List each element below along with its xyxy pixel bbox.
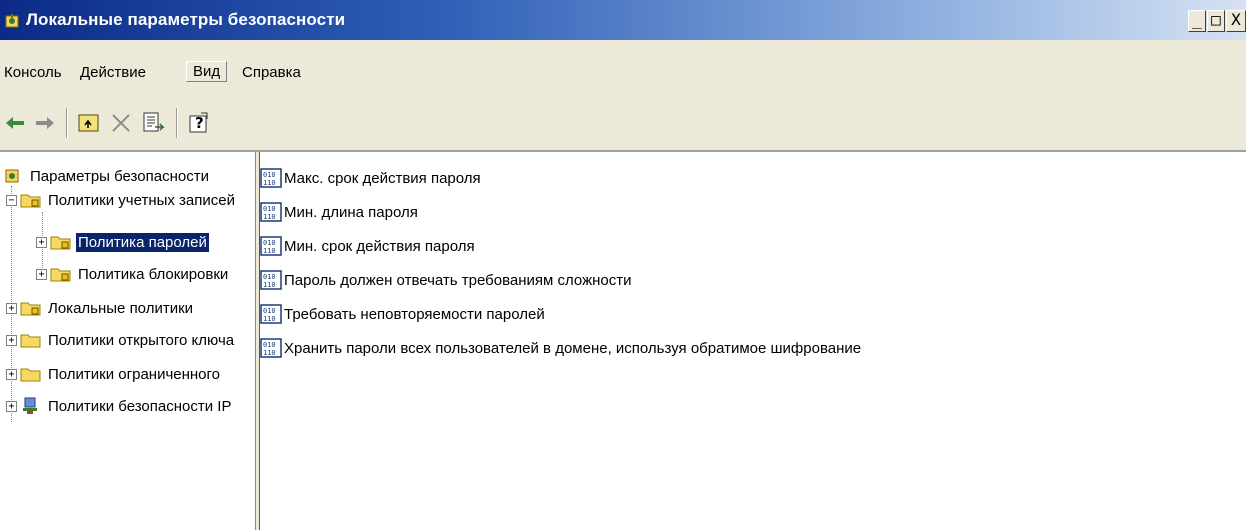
tree-root-label: Параметры безопасности [30, 167, 209, 185]
delete-icon[interactable] [108, 110, 134, 136]
back-arrow-icon[interactable] [2, 110, 28, 136]
forward-arrow-icon[interactable] [32, 110, 58, 136]
expand-icon[interactable]: + [6, 302, 17, 314]
toolbar-separator [66, 108, 68, 138]
tree-item-public-key-policies[interactable]: + Политики открытого ключа [6, 328, 236, 352]
svg-text:010: 010 [263, 171, 276, 179]
svg-text:?: ? [195, 114, 204, 132]
tree-item-label: Политики ограниченного [48, 365, 220, 383]
network-computer-icon [23, 397, 37, 414]
menu-help[interactable]: Справка [240, 62, 303, 83]
list-item-label: Хранить пароли всех пользователей в доме… [284, 339, 862, 357]
list-item-label: Требовать неповторяемости паролей [284, 305, 545, 323]
tree-item-lockout-policy[interactable]: + Политика блокировки [36, 262, 230, 286]
expand-icon[interactable]: + [6, 400, 17, 412]
policy-setting-icon: 010110 [260, 338, 282, 358]
tree-item-label: Политика блокировки [78, 265, 229, 283]
tree-item-account-policies[interactable]: − Политики учетных записей [6, 188, 237, 212]
tree-item-label: Политики безопасности IP [48, 397, 232, 415]
tree-root[interactable]: Параметры безопасности [2, 164, 211, 188]
policy-setting-icon: 010110 [260, 202, 282, 222]
up-folder-icon[interactable] [76, 110, 102, 136]
list-item[interactable]: 010 110 Хранить пароли всех пользователей… [260, 336, 861, 360]
window-title: Локальные параметры безопасности [26, 10, 346, 29]
list-item-label: Пароль должен отвечать требованиям сложн… [284, 271, 632, 289]
list-item[interactable]: 010 110 Мин. срок действия пароля [260, 234, 475, 258]
list-item[interactable]: 010 110 Макс. срок действия пароля [260, 166, 481, 190]
app-window: Локальные параметры безопасности _ □ X К… [0, 0, 1246, 530]
title-bar[interactable]: Локальные параметры безопасности _ □ X [0, 0, 1246, 40]
list-item[interactable]: 010 110 Пароль должен отвечать требования… [260, 268, 632, 292]
menu-console[interactable]: Консоль [2, 62, 64, 83]
tree-item-label: Политики учетных записей [48, 191, 235, 209]
svg-text:010: 010 [263, 239, 276, 247]
folder-icon [20, 334, 41, 348]
svg-text:110: 110 [263, 315, 276, 323]
tree-item-label: Локальные политики [48, 299, 194, 317]
help-icon[interactable]: ? [186, 110, 212, 136]
export-list-icon[interactable] [140, 110, 166, 136]
list-item[interactable]: 010 110 Мин. длина пароля [260, 200, 418, 224]
tree-item-ip-security-policies[interactable]: + Политики безопасности IP [6, 394, 233, 418]
menu-bar: Консоль Действие Вид Справка [0, 54, 1246, 94]
folder-icon [20, 368, 41, 382]
expand-icon[interactable]: + [6, 334, 17, 346]
security-settings-icon [5, 169, 19, 183]
expand-icon[interactable]: + [36, 236, 47, 248]
close-button[interactable]: X [1226, 10, 1246, 32]
policy-setting-icon: 010110 [260, 304, 282, 324]
security-settings-icon [5, 14, 19, 28]
maximize-button[interactable]: □ [1207, 10, 1225, 32]
tree-item-restriction-policies[interactable]: + Политики ограниченного [6, 362, 222, 386]
minimize-button[interactable]: _ [1188, 10, 1206, 32]
svg-text:110: 110 [263, 213, 276, 221]
locked-folder-icon [50, 236, 71, 250]
tree-item-password-policy[interactable]: + Политика паролей [36, 230, 209, 254]
expand-icon[interactable]: + [36, 268, 47, 280]
toolbar: ? [0, 98, 1246, 150]
locked-folder-icon [50, 268, 71, 282]
policy-list: 010 110 Макс. срок действия пароля 010 110… [260, 152, 1246, 530]
list-item[interactable]: 010 110 Требовать неповторяемости паролей [260, 302, 545, 326]
svg-text:010: 010 [263, 341, 276, 349]
svg-text:110: 110 [263, 349, 276, 357]
menu-action[interactable]: Действие [78, 62, 148, 83]
menu-view[interactable]: Вид [186, 61, 228, 82]
expand-icon[interactable]: + [6, 368, 17, 380]
svg-text:110: 110 [263, 179, 276, 187]
collapse-icon[interactable]: − [6, 194, 17, 206]
tree-item-label: Политики открытого ключа [48, 331, 235, 349]
list-item-label: Макс. срок действия пароля [284, 169, 481, 187]
policy-setting-icon: 010110 [260, 168, 282, 188]
svg-text:110: 110 [263, 281, 276, 289]
policy-setting-icon: 010110 [260, 270, 282, 290]
svg-text:010: 010 [263, 273, 276, 281]
list-item-label: Мин. длина пароля [284, 203, 418, 221]
console-tree: Параметры безопасности − Политики учетны… [0, 152, 256, 530]
svg-text:010: 010 [263, 205, 276, 213]
toolbar-separator [176, 108, 178, 138]
tree-item-label: Политика паролей [76, 232, 209, 252]
locked-folder-icon [20, 194, 41, 208]
locked-folder-icon [20, 302, 41, 316]
tree-item-local-policies[interactable]: + Локальные политики [6, 296, 195, 320]
svg-text:110: 110 [263, 247, 276, 255]
svg-text:010: 010 [263, 307, 276, 315]
policy-setting-icon: 010110 [260, 236, 282, 256]
list-item-label: Мин. срок действия пароля [284, 237, 475, 255]
